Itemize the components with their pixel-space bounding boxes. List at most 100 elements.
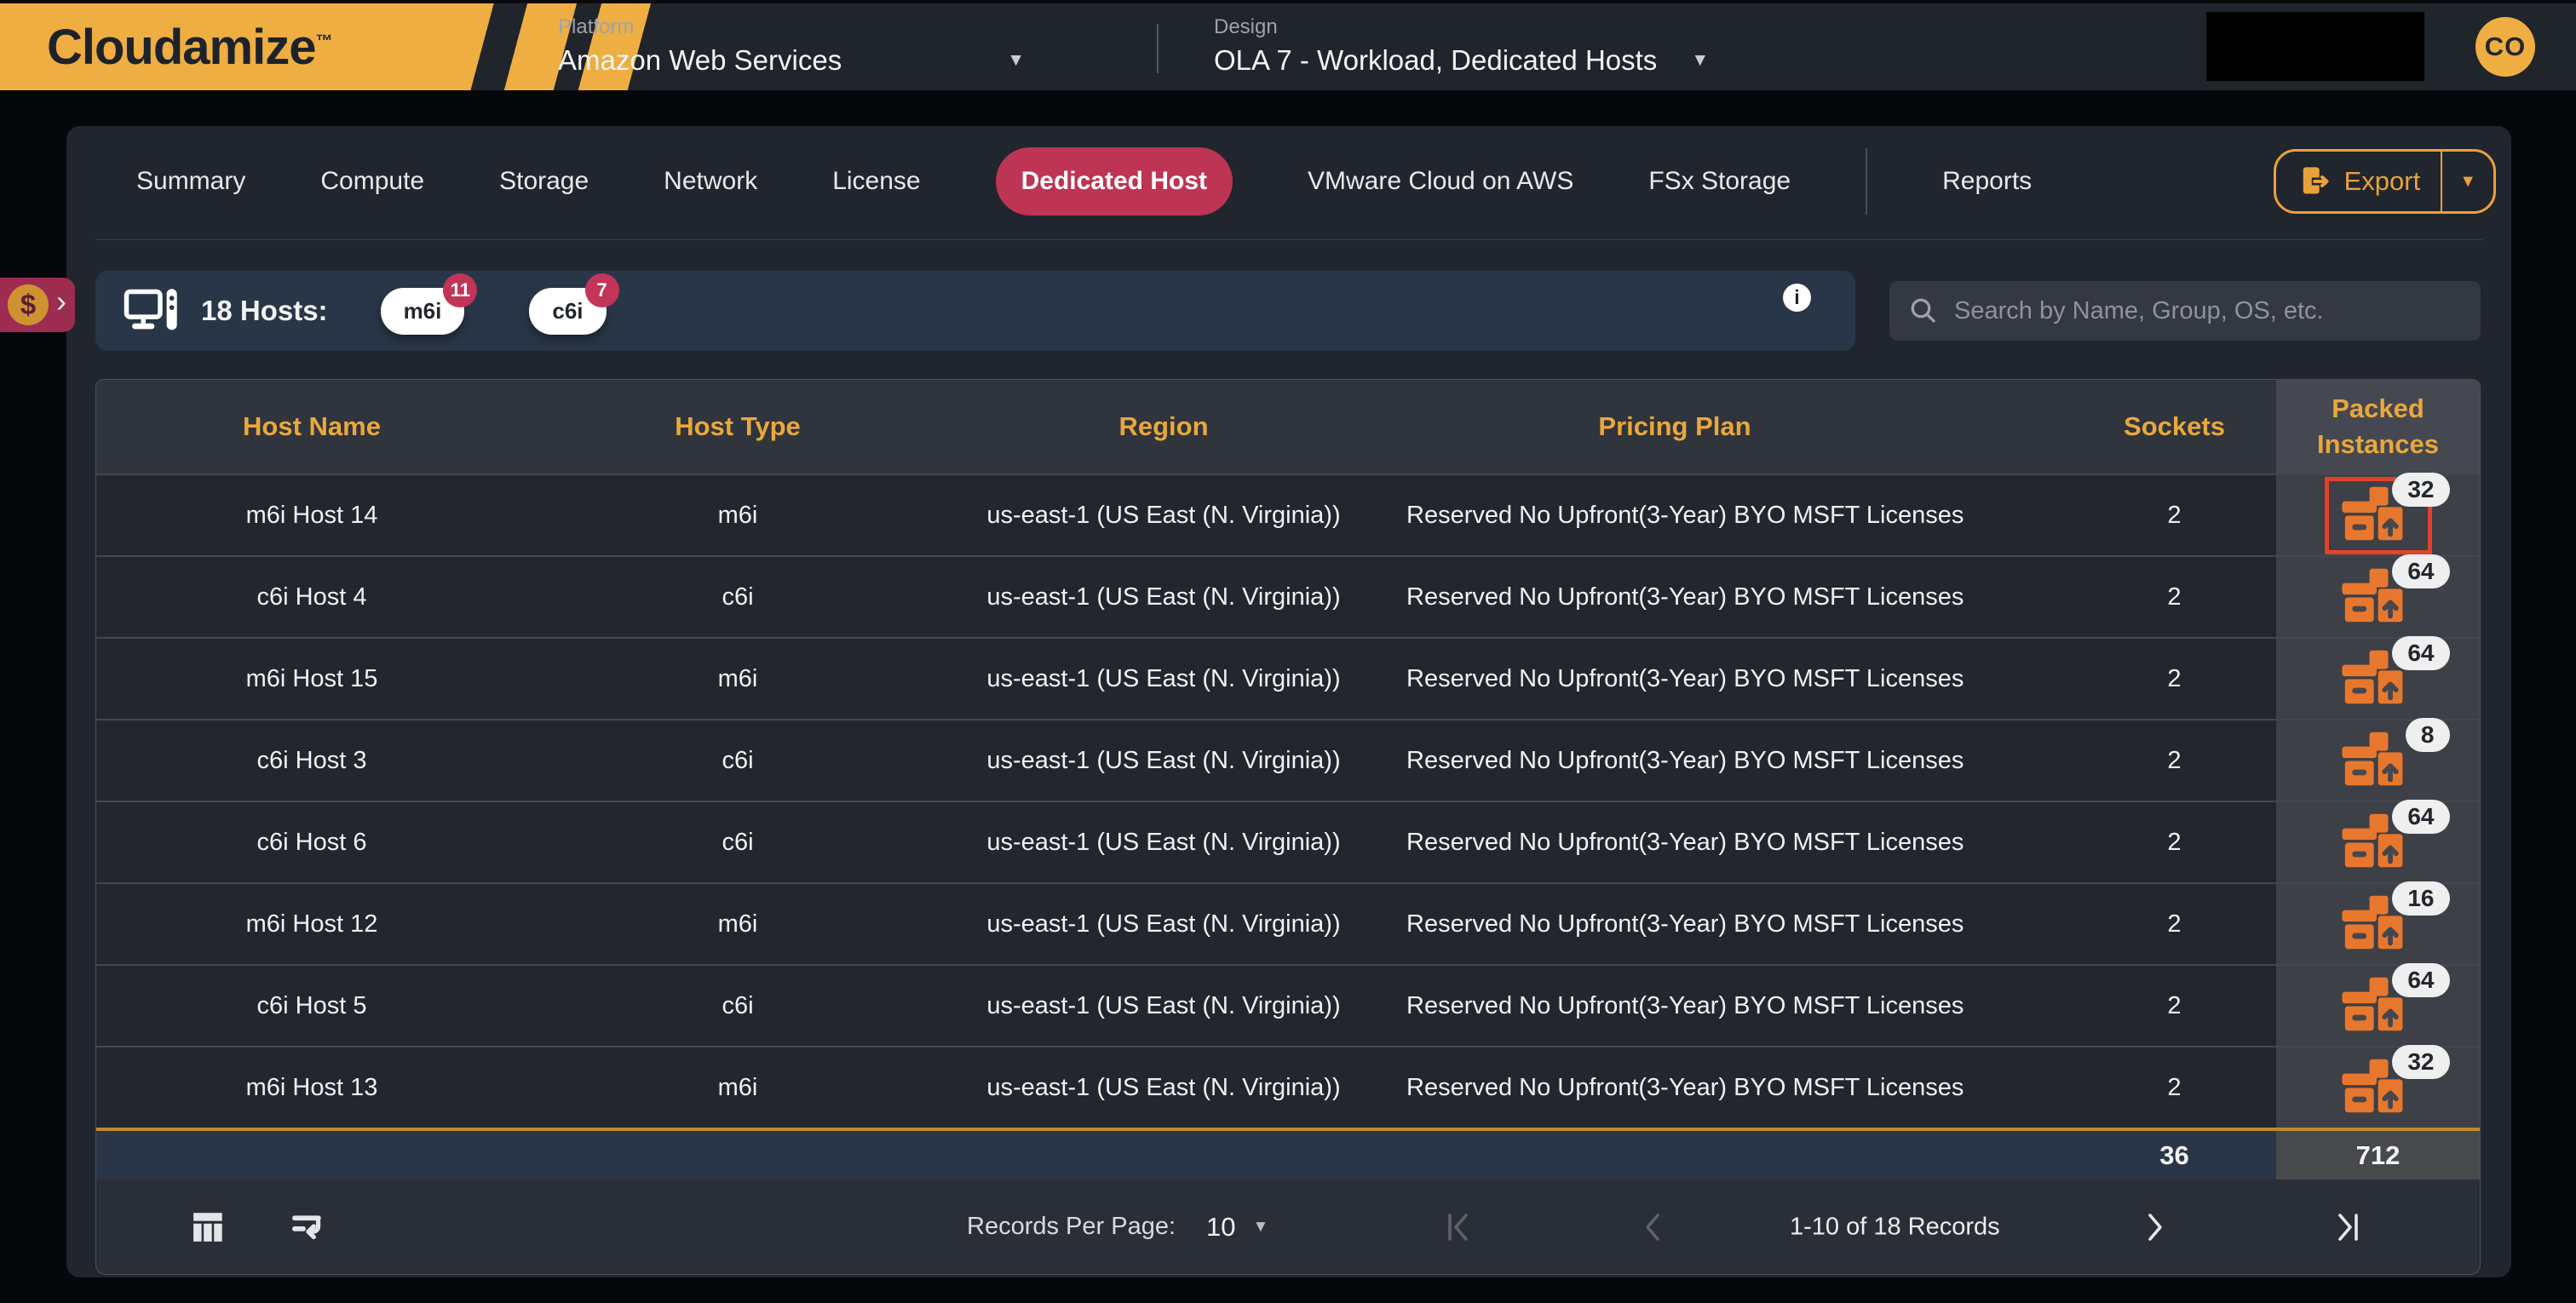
cell-pricing-plan: Reserved No Upfront(3-Year) BYO MSFT Lic…: [1379, 884, 1970, 964]
cell-host-type: c6i: [527, 557, 948, 637]
table-row: m6i Host 13 m6i us-east-1 (US East (N. V…: [96, 1046, 2480, 1128]
design-label: Design: [1214, 15, 1709, 39]
totals-spacer: [96, 1131, 527, 1180]
cell-sockets: 2: [1970, 557, 2276, 637]
column-header-region[interactable]: Region: [948, 380, 1379, 474]
previous-page-button[interactable]: [1640, 1208, 1665, 1246]
records-per-page-value[interactable]: 10: [1206, 1212, 1235, 1243]
main-panel: Summary Compute Storage Network License …: [66, 126, 2511, 1277]
records-per-page-label: Records Per Page:: [967, 1213, 1176, 1241]
app-root: Cloudamize™ Platform Amazon Web Services…: [0, 0, 2576, 1303]
info-icon[interactable]: i: [1783, 284, 1811, 312]
host-type-badge-c6i[interactable]: c6i 7: [529, 288, 606, 335]
tab-dedicated-host[interactable]: Dedicated Host: [996, 147, 1233, 215]
app-header: Cloudamize™ Platform Amazon Web Services…: [0, 0, 2576, 90]
packed-instances-indicator[interactable]: 64: [2325, 559, 2432, 636]
brand-name: Cloudamize: [47, 20, 316, 75]
tab-network[interactable]: Network: [664, 167, 757, 196]
export-button[interactable]: Export ▼: [2274, 149, 2496, 214]
cell-sockets: 2: [1970, 720, 2276, 801]
cell-host-type: c6i: [527, 802, 948, 882]
cell-pricing-plan: Reserved No Upfront(3-Year) BYO MSFT Lic…: [1379, 966, 1970, 1046]
chevron-down-icon[interactable]: ▼: [1007, 50, 1025, 71]
host-type-badges: m6i 11 c6i 7: [381, 288, 607, 335]
packed-instances-indicator[interactable]: 64: [2325, 640, 2432, 718]
tab-storage[interactable]: Storage: [499, 167, 589, 196]
cell-host-name: m6i Host 13: [96, 1048, 527, 1128]
packed-count-badge: 32: [2392, 473, 2449, 507]
packed-count-badge: 16: [2392, 881, 2449, 916]
packed-instances-indicator[interactable]: 32: [2325, 1049, 2432, 1127]
cell-packed-instances: 64: [2276, 966, 2480, 1046]
totals-spacer: [948, 1131, 1379, 1180]
cell-packed-instances: 8: [2276, 720, 2480, 801]
column-header-sockets[interactable]: Sockets: [1970, 380, 2276, 474]
tabs-underline: [95, 239, 2482, 240]
table-row: c6i Host 3 c6i us-east-1 (US East (N. Vi…: [96, 719, 2480, 801]
dollar-icon: $: [8, 284, 49, 325]
nav-divider: [1866, 148, 1867, 215]
tab-vmware-cloud-on-aws[interactable]: VMware Cloud on AWS: [1308, 167, 1573, 196]
packed-count-badge: 64: [2392, 636, 2449, 670]
cell-pricing-plan: Reserved No Upfront(3-Year) BYO MSFT Lic…: [1379, 639, 1970, 719]
column-header-host-type[interactable]: Host Type: [527, 380, 948, 474]
cell-packed-instances: 64: [2276, 639, 2480, 719]
records-per-page: Records Per Page: 10 ▼: [967, 1212, 1268, 1243]
table-row: c6i Host 5 c6i us-east-1 (US East (N. Vi…: [96, 964, 2480, 1046]
host-type-badge-m6i[interactable]: m6i 11: [381, 288, 465, 335]
export-label: Export: [2344, 166, 2421, 197]
packed-instances-indicator[interactable]: 64: [2325, 804, 2432, 881]
avatar[interactable]: CO: [2475, 17, 2535, 77]
chevron-down-icon[interactable]: ▼: [1253, 1218, 1269, 1237]
cell-host-name: m6i Host 12: [96, 884, 527, 964]
platform-label: Platform: [558, 15, 1025, 39]
tab-reports[interactable]: Reports: [1942, 167, 2032, 196]
badge-label: m6i: [404, 298, 442, 324]
chevron-down-icon[interactable]: ▼: [1691, 50, 1709, 71]
chevron-right-icon: ›: [56, 286, 66, 324]
search-input[interactable]: [1954, 297, 2462, 325]
column-settings-icon[interactable]: [192, 1209, 227, 1245]
cell-region: us-east-1 (US East (N. Virginia)): [948, 966, 1379, 1046]
last-page-button[interactable]: [2335, 1208, 2360, 1246]
cell-packed-instances: 64: [2276, 557, 2480, 637]
first-page-button[interactable]: [1446, 1208, 1471, 1246]
packed-instances-indicator[interactable]: 16: [2325, 886, 2432, 963]
tab-compute[interactable]: Compute: [320, 167, 424, 196]
tab-summary[interactable]: Summary: [136, 167, 245, 196]
cell-region: us-east-1 (US East (N. Virginia)): [948, 720, 1379, 801]
cell-region: us-east-1 (US East (N. Virginia)): [948, 639, 1379, 719]
tab-fsx-storage[interactable]: FSx Storage: [1648, 167, 1791, 196]
cell-sockets: 2: [1970, 475, 2276, 555]
platform-select[interactable]: Platform Amazon Web Services ▼: [558, 15, 1025, 77]
cell-region: us-east-1 (US East (N. Virginia)): [948, 1048, 1379, 1128]
cell-region: us-east-1 (US East (N. Virginia)): [948, 884, 1379, 964]
row-wrap-icon[interactable]: [290, 1209, 326, 1245]
tab-bar: Summary Compute Storage Network License …: [66, 143, 2511, 220]
packed-instances-indicator[interactable]: 8: [2325, 722, 2432, 800]
design-value: OLA 7 - Workload, Dedicated Hosts: [1214, 44, 1657, 77]
cell-pricing-plan: Reserved No Upfront(3-Year) BYO MSFT Lic…: [1379, 802, 1970, 882]
export-dropdown-caret[interactable]: ▼: [2441, 152, 2493, 211]
cell-pricing-plan: Reserved No Upfront(3-Year) BYO MSFT Lic…: [1379, 720, 1970, 801]
tab-license[interactable]: License: [832, 167, 920, 196]
column-header-pricing-plan[interactable]: Pricing Plan: [1379, 380, 1970, 474]
cost-panel-toggle[interactable]: $ ›: [0, 278, 75, 332]
cell-sockets: 2: [1970, 802, 2276, 882]
design-select[interactable]: Design OLA 7 - Workload, Dedicated Hosts…: [1214, 15, 1709, 77]
packed-count-badge: 64: [2392, 800, 2449, 834]
next-page-button[interactable]: [2142, 1208, 2168, 1246]
cell-sockets: 2: [1970, 639, 2276, 719]
packed-instances-indicator[interactable]: 32: [2325, 477, 2432, 554]
cell-packed-instances: 64: [2276, 802, 2480, 882]
search-box[interactable]: [1889, 281, 2481, 341]
packed-instances-indicator[interactable]: 64: [2325, 967, 2432, 1045]
redacted-block: [2206, 12, 2424, 81]
cell-host-name: c6i Host 5: [96, 966, 527, 1046]
cell-host-type: m6i: [527, 475, 948, 555]
cell-packed-instances: 32: [2276, 475, 2480, 555]
column-header-packed-instances[interactable]: Packed Instances: [2276, 380, 2480, 474]
column-header-host-name[interactable]: Host Name: [96, 380, 527, 474]
cell-packed-instances: 32: [2276, 1048, 2480, 1128]
table-row: c6i Host 4 c6i us-east-1 (US East (N. Vi…: [96, 555, 2480, 637]
